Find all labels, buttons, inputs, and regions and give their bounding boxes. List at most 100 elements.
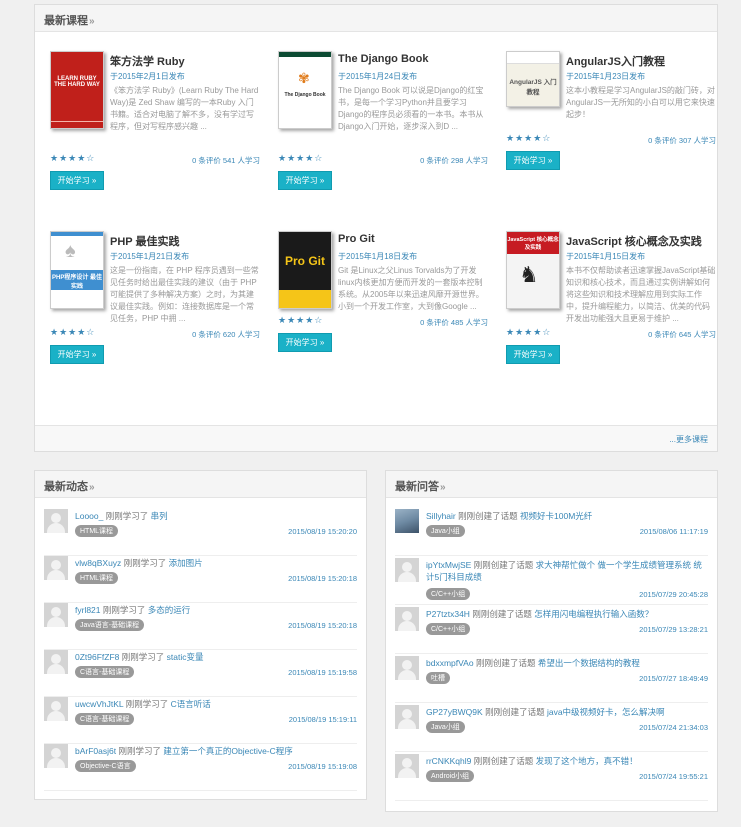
course-description: The Django Book 可以说是Django的红宝书，是每一个学习Pyt…	[338, 86, 484, 131]
chevron-right-icon: »	[440, 482, 446, 493]
feed-text: rrCNKKqhl9 刚刚创建了话题 发现了这个地方，真不错！	[426, 755, 638, 767]
course-title-link[interactable]: PHP 最佳实践	[110, 233, 179, 249]
username-link[interactable]: Sillyhair	[426, 511, 456, 521]
feed-target-link[interactable]: C语言听话	[171, 699, 211, 709]
feed-target-link[interactable]: java中级视频好卡，怎么解决啊	[547, 707, 665, 717]
course-title-link[interactable]: Pro Git	[338, 233, 375, 245]
group-tag[interactable]: 吐槽	[426, 672, 450, 684]
feed-target-link[interactable]: 怎样用闪电编程执行输入函数？	[534, 609, 653, 619]
course-description: 这本小教程是学习AngularJS的敲门砖，对AngularJS一无所知的小白可…	[566, 86, 715, 119]
feed-item: 0Zt96FfZF8 刚刚学习了 static变量 C语言-基础课程 2015/08…	[44, 650, 357, 697]
course-stats: 0 条评价 298 人学习	[420, 156, 488, 165]
feed-target-link[interactable]: 建立第一个真正的Objective-C程序	[163, 746, 292, 756]
avatar[interactable]	[395, 754, 419, 778]
course-title-link[interactable]: 笨方法学 Ruby	[110, 53, 185, 69]
timestamp: 2015/08/19 15:19:58	[288, 668, 357, 677]
avatar[interactable]	[44, 650, 68, 674]
course-date: 于2015年1月21日发布	[110, 252, 190, 261]
start-learning-button[interactable]: 开始学习 »	[50, 171, 104, 190]
course-title-link[interactable]: JavaScript 核心概念及实践	[566, 233, 702, 249]
group-tag[interactable]: Objective-C语言	[75, 760, 136, 772]
feed-text: GP27yBWQ9K 刚刚创建了话题 java中级视频好卡，怎么解决啊	[426, 706, 665, 718]
avatar[interactable]	[395, 705, 419, 729]
avatar[interactable]	[44, 744, 68, 768]
avatar[interactable]	[395, 558, 419, 582]
course-card: JavaScript 核心概念及实践 ♞ JavaScript 核心概念及实践 …	[506, 231, 716, 391]
feed-text: bArF0asj6t 刚刚学习了 建立第一个真正的Objective-C程序	[75, 745, 293, 757]
feed-target-link[interactable]: 多态的运行	[148, 605, 191, 615]
course-description: 《笨方法学 Ruby》(Learn Ruby The Hard Way)是 Ze…	[110, 86, 259, 131]
course-card: ♠ PHP程序设计 最佳实践 PHP 最佳实践 于2015年1月21日发布 这是…	[50, 231, 260, 391]
avatar[interactable]	[44, 509, 68, 533]
group-tag[interactable]: Java小组	[426, 525, 465, 537]
username-link[interactable]: rrCNKKqhl9	[426, 756, 471, 766]
username-link[interactable]: Loooo_	[75, 511, 103, 521]
timestamp: 2015/07/24 19:55:21	[639, 772, 708, 781]
group-tag[interactable]: HTML课程	[75, 572, 119, 584]
start-learning-button[interactable]: 开始学习 »	[506, 345, 560, 364]
group-tag[interactable]: C语言-基础课程	[75, 713, 135, 725]
username-link[interactable]: uwcwVhJtKL	[75, 699, 123, 709]
timestamp: 2015/08/19 15:20:18	[288, 621, 357, 630]
latest-courses-panel: 最新课程» LEARN RUBY THE HARD WAY 笨方法学 Ruby …	[34, 4, 718, 452]
group-tag[interactable]: HTML课程	[75, 525, 119, 537]
avatar[interactable]	[395, 607, 419, 631]
feed-target-link[interactable]: 串列	[151, 511, 168, 521]
feed-target-link[interactable]: 视频好卡100M光纤	[520, 511, 592, 521]
group-tag[interactable]: Java语言-基础课程	[75, 619, 145, 631]
feed-item: bdxxmpfVAo 刚刚创建了话题 希望出一个数据结构的教程 吐槽 2015/07…	[395, 656, 708, 703]
more-courses-link[interactable]: ...更多课程	[35, 425, 717, 451]
username-link[interactable]: bdxxmpfVAo	[426, 658, 474, 668]
course-title-link[interactable]: AngularJS入门教程	[566, 53, 665, 69]
feed-verb: 刚刚学习了	[123, 558, 167, 568]
username-link[interactable]: bArF0asj6t	[75, 746, 116, 756]
avatar[interactable]	[44, 556, 68, 580]
book-cover-image[interactable]: Pro Git	[278, 231, 332, 309]
course-stats: 0 条评价 307 人学习	[648, 136, 716, 145]
book-cover-image[interactable]: ♠ PHP程序设计 最佳实践	[50, 231, 104, 309]
course-date: 于2015年1月15日发布	[566, 252, 646, 261]
book-cover-image[interactable]: ✾ The Django Book	[278, 51, 332, 129]
start-learning-button[interactable]: 开始学习 »	[278, 333, 332, 352]
course-stats: 0 条评价 485 人学习	[420, 318, 488, 327]
username-link[interactable]: GP27yBWQ9K	[426, 707, 483, 717]
start-learning-button[interactable]: 开始学习 »	[506, 151, 560, 170]
feed-verb: 刚刚创建了话题	[485, 707, 545, 717]
username-link[interactable]: ipYtxMwjSE	[426, 560, 471, 570]
book-cover-image[interactable]: JavaScript 核心概念及实践 ♞	[506, 231, 560, 309]
latest-activity-panel: 最新动态» Loooo_ 刚刚学习了 串列 HTML课程 2015/08/19 15…	[34, 470, 367, 800]
rating-stars-icon: ★★★★☆	[278, 315, 324, 325]
timestamp: 2015/07/27 18:49:49	[639, 674, 708, 683]
start-learning-button[interactable]: 开始学习 »	[50, 345, 104, 364]
feed-target-link[interactable]: 发现了这个地方，真不错！	[536, 756, 638, 766]
username-link[interactable]: 0Zt96FfZF8	[75, 652, 119, 662]
group-tag[interactable]: C/C++小组	[426, 623, 471, 635]
timestamp: 2015/08/19 15:20:20	[288, 527, 357, 536]
group-tag[interactable]: C/C++小组	[426, 588, 471, 600]
avatar[interactable]	[44, 603, 68, 627]
username-link[interactable]: P27tztx34H	[426, 609, 470, 619]
feed-item: ipYtxMwjSE 刚刚创建了话题 求大神帮忙做个 做一个学生成绩管理系统 统…	[395, 558, 708, 605]
avatar[interactable]	[44, 697, 68, 721]
group-tag[interactable]: C语言-基础课程	[75, 666, 135, 678]
timestamp: 2015/07/29 13:28:21	[639, 625, 708, 634]
feed-verb: 刚刚创建了话题	[472, 609, 532, 619]
feed-target-link[interactable]: static变量	[167, 652, 204, 662]
start-learning-button[interactable]: 开始学习 »	[278, 171, 332, 190]
feed-target-link[interactable]: 希望出一个数据结构的教程	[538, 658, 640, 668]
book-cover-image[interactable]: LEARN RUBY THE HARD WAY	[50, 51, 104, 129]
cover-title: Pro Git	[284, 254, 325, 268]
avatar[interactable]	[395, 509, 419, 533]
book-cover-image[interactable]: AngularJS 入门教程	[506, 51, 560, 107]
course-stats: 0 条评价 645 人学习	[648, 330, 716, 339]
course-date: 于2015年1月23日发布	[566, 72, 646, 81]
username-link[interactable]: vlw8qBXuyz	[75, 558, 121, 568]
username-link[interactable]: fyrl821	[75, 605, 101, 615]
feed-target-link[interactable]: 添加图片	[169, 558, 203, 568]
feed-text: bdxxmpfVAo 刚刚创建了话题 希望出一个数据结构的教程	[426, 657, 640, 669]
course-title-link[interactable]: The Django Book	[338, 53, 428, 65]
group-tag[interactable]: Android小组	[426, 770, 475, 782]
butterfly-icon: ✾	[298, 70, 310, 86]
group-tag[interactable]: Java小组	[426, 721, 465, 733]
avatar[interactable]	[395, 656, 419, 680]
